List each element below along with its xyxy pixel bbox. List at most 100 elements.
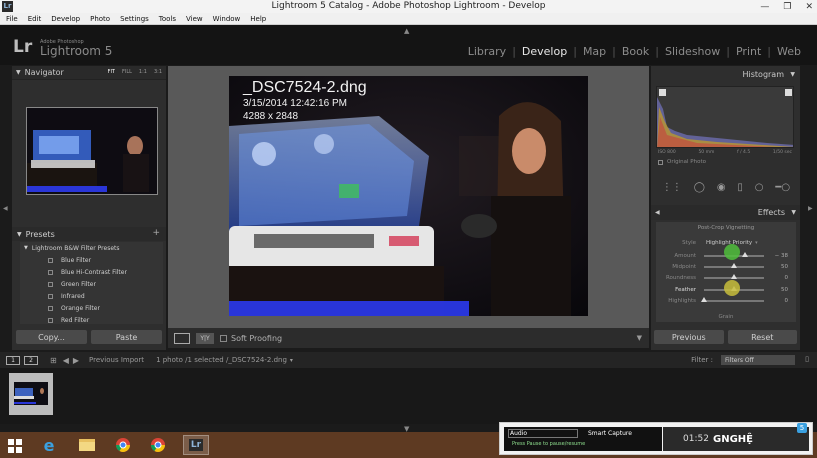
slider-thumb[interactable] [731,263,737,268]
recorder-status: 01:52 GNGHỆ 5 [663,423,809,451]
internet-explorer-icon[interactable]: e [36,435,62,455]
chevron-down-icon[interactable]: ▾ [290,357,293,364]
crop-overlay-icon[interactable]: ⋮⋮ [662,182,682,193]
chrome-icon[interactable] [110,435,136,455]
slider-thumb[interactable] [731,274,737,279]
menu-help[interactable]: Help [250,15,266,23]
feather-value[interactable]: 50 [781,287,788,293]
highlights-value[interactable]: 0 [785,298,789,304]
folder-triangle-icon: ▼ [24,245,28,251]
preset-item[interactable]: Blue Hi-Contrast Filter [20,266,163,278]
filmstrip-thumbnail[interactable] [9,373,53,415]
preset-folder[interactable]: ▼ Lightroom B&W Filter Presets [20,242,163,254]
chrome-icon[interactable] [145,435,171,455]
back-arrow-icon[interactable]: ◀ [63,356,69,365]
grid-view-icon[interactable]: ⊞ [50,356,57,365]
previous-button[interactable]: Previous [654,330,724,344]
radial-filter-icon[interactable]: ○ [755,182,764,193]
roundness-value[interactable]: 0 [785,275,789,281]
file-explorer-icon[interactable] [74,435,100,455]
preset-item[interactable]: Orange Filter [20,302,163,314]
forward-arrow-icon[interactable]: ▶ [73,356,79,365]
menu-edit[interactable]: Edit [28,15,42,23]
loupe-view-icon[interactable] [174,332,190,344]
second-screen-button[interactable]: 2 [24,355,38,365]
cursor-highlight-icon [724,244,740,260]
right-panel-toggle-icon[interactable]: ▶ [808,205,813,212]
preset-label: Blue Hi-Contrast Filter [61,268,127,276]
menu-window[interactable]: Window [213,15,241,23]
close-button[interactable]: ✕ [805,2,813,12]
navigator-preview[interactable] [26,107,158,195]
lightroom-taskbar-icon[interactable]: Lr [183,435,209,455]
menu-tools[interactable]: Tools [159,15,176,23]
spot-removal-icon[interactable]: ◯ [694,182,705,193]
navigator-header[interactable]: ▼ Navigator FIT FILL 1:1 3:1 [12,66,166,80]
source-label[interactable]: Previous Import [89,356,144,364]
red-eye-icon[interactable]: ◉ [717,182,726,193]
main-screen-button[interactable]: 1 [6,355,20,365]
module-slideshow[interactable]: Slideshow [659,45,726,58]
filter-dropdown[interactable]: Filters Off [721,355,795,365]
image-viewer: _DSC7524-2.dng 3/15/2014 12:42:16 PM 428… [168,66,649,328]
histogram-graph[interactable] [656,86,794,148]
module-develop[interactable]: Develop [516,45,573,58]
original-photo-toggle[interactable]: Original Photo [658,159,706,165]
module-map[interactable]: Map [577,45,612,58]
main-photo[interactable]: _DSC7524-2.dng 3/15/2014 12:42:16 PM 428… [229,76,588,316]
module-library[interactable]: Library [462,45,512,58]
smart-capture-label[interactable]: Smart Capture [588,430,632,437]
filter-lock-icon[interactable]: ▯ [805,355,809,363]
zoom-3-1[interactable]: 3:1 [154,69,162,75]
reset-button[interactable]: Reset [727,330,797,344]
amount-value[interactable]: − 38 [775,253,788,259]
module-print[interactable]: Print [730,45,767,58]
graduated-filter-icon[interactable]: ▯ [737,182,743,193]
lightroom-logo: Lr [13,37,33,57]
menu-settings[interactable]: Settings [120,15,149,23]
preset-item[interactable]: Infrared [20,290,163,302]
midpoint-value[interactable]: 50 [781,264,788,270]
module-book[interactable]: Book [616,45,655,58]
chevron-down-icon[interactable]: ▾ [755,240,758,246]
windows-start-icon[interactable] [8,438,22,457]
slider-thumb[interactable] [742,252,749,257]
histogram-header[interactable]: Histogram ▼ [651,66,800,82]
watermark-logo: GNGHỆ [713,434,753,445]
preset-item[interactable]: Red Filter [20,314,163,326]
add-preset-icon[interactable]: + [152,228,160,238]
top-panel-toggle-icon[interactable]: ▲ [404,27,409,35]
preset-label: Blue Filter [61,256,92,264]
menu-view[interactable]: View [186,15,203,23]
before-after-view-button[interactable]: Y|Y [196,332,214,344]
preset-icon [48,269,53,275]
adjustment-brush-icon[interactable]: ━○ [775,182,790,193]
zoom-fit[interactable]: FIT [108,69,115,75]
copy-button[interactable]: Copy... [16,330,87,344]
zoom-1-1[interactable]: 1:1 [139,69,147,75]
audio-label[interactable]: Audio [510,430,527,437]
highlights-label: Highlights [668,298,696,304]
menu-photo[interactable]: Photo [90,15,110,23]
maximize-button[interactable]: ❐ [783,2,791,12]
original-photo-checkbox[interactable] [658,159,663,165]
paste-button[interactable]: Paste [91,330,162,344]
slider-thumb[interactable] [701,297,707,302]
lightroom-taskbar-label: Lr [188,439,204,451]
menu-file[interactable]: File [6,15,18,23]
midpoint-slider[interactable] [704,263,764,268]
highlights-slider[interactable] [701,297,764,302]
effects-header[interactable]: ◀ Effects ▼ [651,205,800,220]
toolbar-menu-icon[interactable]: ▼ [637,334,642,342]
preset-item[interactable]: Green Filter [20,278,163,290]
minimize-button[interactable]: — [760,2,769,12]
roundness-slider[interactable] [704,274,764,279]
left-panel-toggle-icon[interactable]: ◀ [3,205,8,212]
zoom-fill[interactable]: FILL [122,69,132,75]
menu-develop[interactable]: Develop [51,15,80,23]
presets-header[interactable]: ▼ Presets + [12,227,166,241]
soft-proofing-checkbox[interactable] [220,334,227,342]
preset-icon [48,281,53,287]
module-web[interactable]: Web [771,45,807,58]
preset-item[interactable]: Blue Filter [20,254,163,266]
